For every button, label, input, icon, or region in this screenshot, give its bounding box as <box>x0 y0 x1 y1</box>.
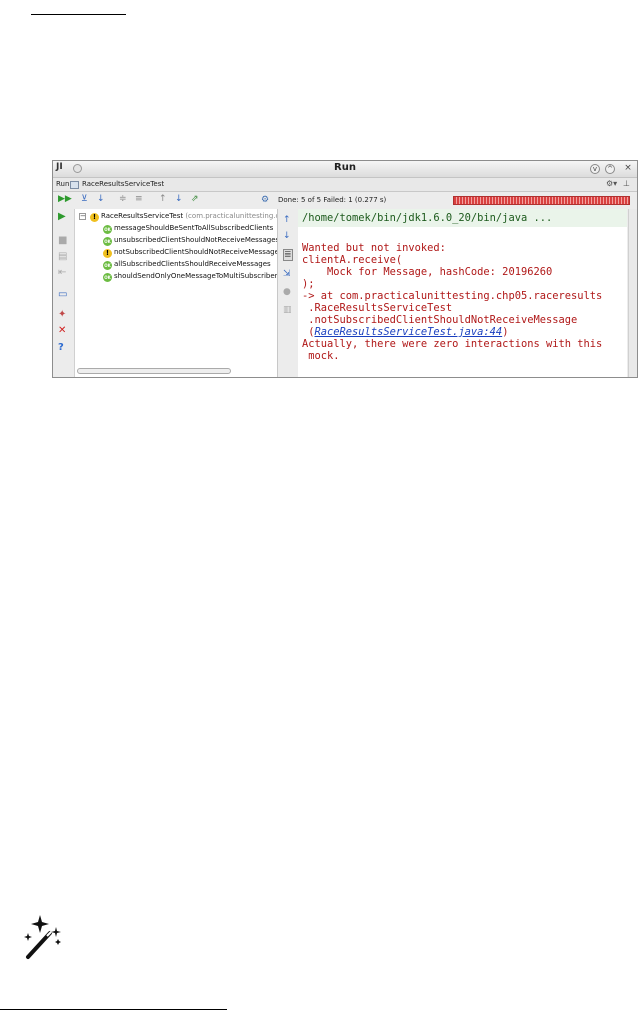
fail-status-icon: ! <box>90 213 99 222</box>
test-name: notSubscribedClientShouldNotReceiveMessa… <box>114 248 278 256</box>
export-icon[interactable]: ⇗ <box>191 194 199 205</box>
print-icon[interactable]: ● <box>283 287 291 298</box>
exit-icon[interactable]: ⇤ <box>58 267 66 278</box>
stop-icon[interactable]: ■ <box>58 235 67 246</box>
pass-status-icon: OK <box>103 225 112 234</box>
console-line: .RaceResultsServiceTest <box>302 302 453 314</box>
maximize-button[interactable]: ^ <box>605 164 615 174</box>
source-link[interactable]: RaceResultsServiceTest.java:44 <box>315 326 503 338</box>
help-icon[interactable]: ? <box>58 342 64 353</box>
run-tab-bar: Run RaceResultsServiceTest ⚙▾ ⊥ <box>53 178 637 192</box>
test-tree: − ! RaceResultsServiceTest (com.practical… <box>74 209 278 377</box>
suite-row[interactable]: − ! RaceResultsServiceTest (com.practical… <box>75 211 278 222</box>
title-bar: JI Run v ^ × <box>53 161 637 178</box>
console-text: ) <box>502 326 509 338</box>
previous-failed-icon[interactable]: ↑ <box>159 194 167 205</box>
console-command-line: /home/tomek/bin/jdk1.6.0_20/bin/java ... <box>302 212 553 224</box>
dump-threads-icon[interactable]: ▤ <box>58 251 67 262</box>
soft-wrap-icon[interactable]: ≣ <box>283 249 293 261</box>
test-row[interactable]: ! notSubscribedClientShouldNotReceiveMess… <box>103 247 278 258</box>
console-line: mock. <box>302 350 340 362</box>
magic-wand-icon <box>24 915 61 959</box>
close-button[interactable]: × <box>623 164 633 174</box>
minimize-button[interactable]: v <box>590 164 600 174</box>
test-toolbar: ▶▶ ⊻ ↓ ≑ ≡ ↑ ↓ ⇗ ⚙ Done: 5 of 5 Failed: … <box>53 192 637 209</box>
run-tool-window: JI Run v ^ × Run RaceResultsServiceTest … <box>52 160 638 378</box>
filter-icon[interactable]: ⊻ <box>81 194 88 205</box>
pass-status-icon: OK <box>103 237 112 246</box>
test-row[interactable]: OK allSubscribedClientsShouldReceiveMessa… <box>103 259 271 270</box>
page-rule-top <box>31 14 126 15</box>
console-line: Wanted but not invoked: <box>302 242 446 254</box>
suite-package: (com.practicalunittesting.chp <box>185 212 278 220</box>
test-row[interactable]: OK shouldSendOnlyOneMessageToMultiSubscri… <box>103 271 278 282</box>
console-text: ( <box>302 326 315 338</box>
collapse-toggle[interactable]: − <box>79 213 86 220</box>
console-line: (RaceResultsServiceTest.java:44) <box>302 326 508 338</box>
settings-gear-icon[interactable]: ⚙▾ <box>606 179 617 188</box>
fail-status-icon: ! <box>103 249 112 258</box>
rerun-icon[interactable]: ▶▶ <box>58 194 72 205</box>
scroll-down-icon[interactable]: ↓ <box>283 231 291 242</box>
scroll-to-end-icon[interactable]: ⇲ <box>283 269 291 280</box>
clear-icon[interactable]: ▥ <box>283 305 292 316</box>
left-action-toolbar: ▶ ■ ▤ ⇤ ▭ ✦ ✕ ? <box>53 209 73 377</box>
test-status-summary: Done: 5 of 5 Failed: 1 (0.277 s) <box>278 196 387 204</box>
run-label: Run <box>56 180 70 188</box>
progress-fill <box>454 197 629 204</box>
expand-all-icon[interactable]: ≑ <box>119 194 127 205</box>
pass-status-icon: OK <box>103 273 112 282</box>
horizontal-scrollbar[interactable] <box>77 368 231 374</box>
run-failed-icon[interactable]: ▶ <box>58 211 66 222</box>
test-progress-bar <box>453 196 630 205</box>
layout-icon[interactable]: ▭ <box>58 289 67 300</box>
hide-panel-icon[interactable]: ⊥ <box>623 179 630 188</box>
collapse-all-icon[interactable]: ≡ <box>135 194 143 205</box>
console-line: Actually, there were zero interactions w… <box>302 338 603 350</box>
test-name: allSubscribedClientsShouldReceiveMessage… <box>114 260 271 268</box>
close-tab-icon[interactable]: ✕ <box>58 325 66 336</box>
test-name: unsubscribedClientShouldNotReceiveMessag… <box>114 236 278 244</box>
status-gear-icon[interactable]: ⚙ <box>261 195 269 205</box>
console-toolbar: ↑ ↓ ≣ ⇲ ● ▥ <box>279 209 297 377</box>
test-name: messageShouldBeSentToAllSubscribedClient… <box>114 224 274 232</box>
console-output[interactable]: /home/tomek/bin/jdk1.6.0_20/bin/java ...… <box>298 209 627 377</box>
console-line: clientA.receive( <box>302 254 403 266</box>
test-name: shouldSendOnlyOneMessageToMultiSubscribe… <box>114 272 278 280</box>
test-row[interactable]: OK messageShouldBeSentToAllSubscribedClie… <box>103 223 273 234</box>
scroll-up-icon[interactable]: ↑ <box>283 215 291 226</box>
page-rule-bottom <box>0 1009 227 1010</box>
console-line: -> at com.practicalunittesting.chp05.rac… <box>302 290 603 302</box>
console-line: Mock for Message, hashCode: 20196260 <box>302 266 553 278</box>
test-config-icon <box>70 181 79 189</box>
pin-icon[interactable]: ✦ <box>58 309 66 320</box>
console-line: .notSubscribedClientShouldNotReceiveMess… <box>302 314 578 326</box>
test-row[interactable]: OK unsubscribedClientShouldNotReceiveMess… <box>103 235 278 246</box>
next-failed-icon[interactable]: ↓ <box>175 194 183 205</box>
console-line: ); <box>302 278 315 290</box>
window-title: Run <box>334 162 356 173</box>
suite-name: RaceResultsServiceTest <box>101 212 184 220</box>
vertical-scrollbar[interactable] <box>628 209 637 377</box>
tab-race-results-service-test[interactable]: RaceResultsServiceTest <box>82 180 164 188</box>
pass-status-icon: OK <box>103 261 112 270</box>
sort-alpha-icon[interactable]: ↓ <box>97 194 105 205</box>
